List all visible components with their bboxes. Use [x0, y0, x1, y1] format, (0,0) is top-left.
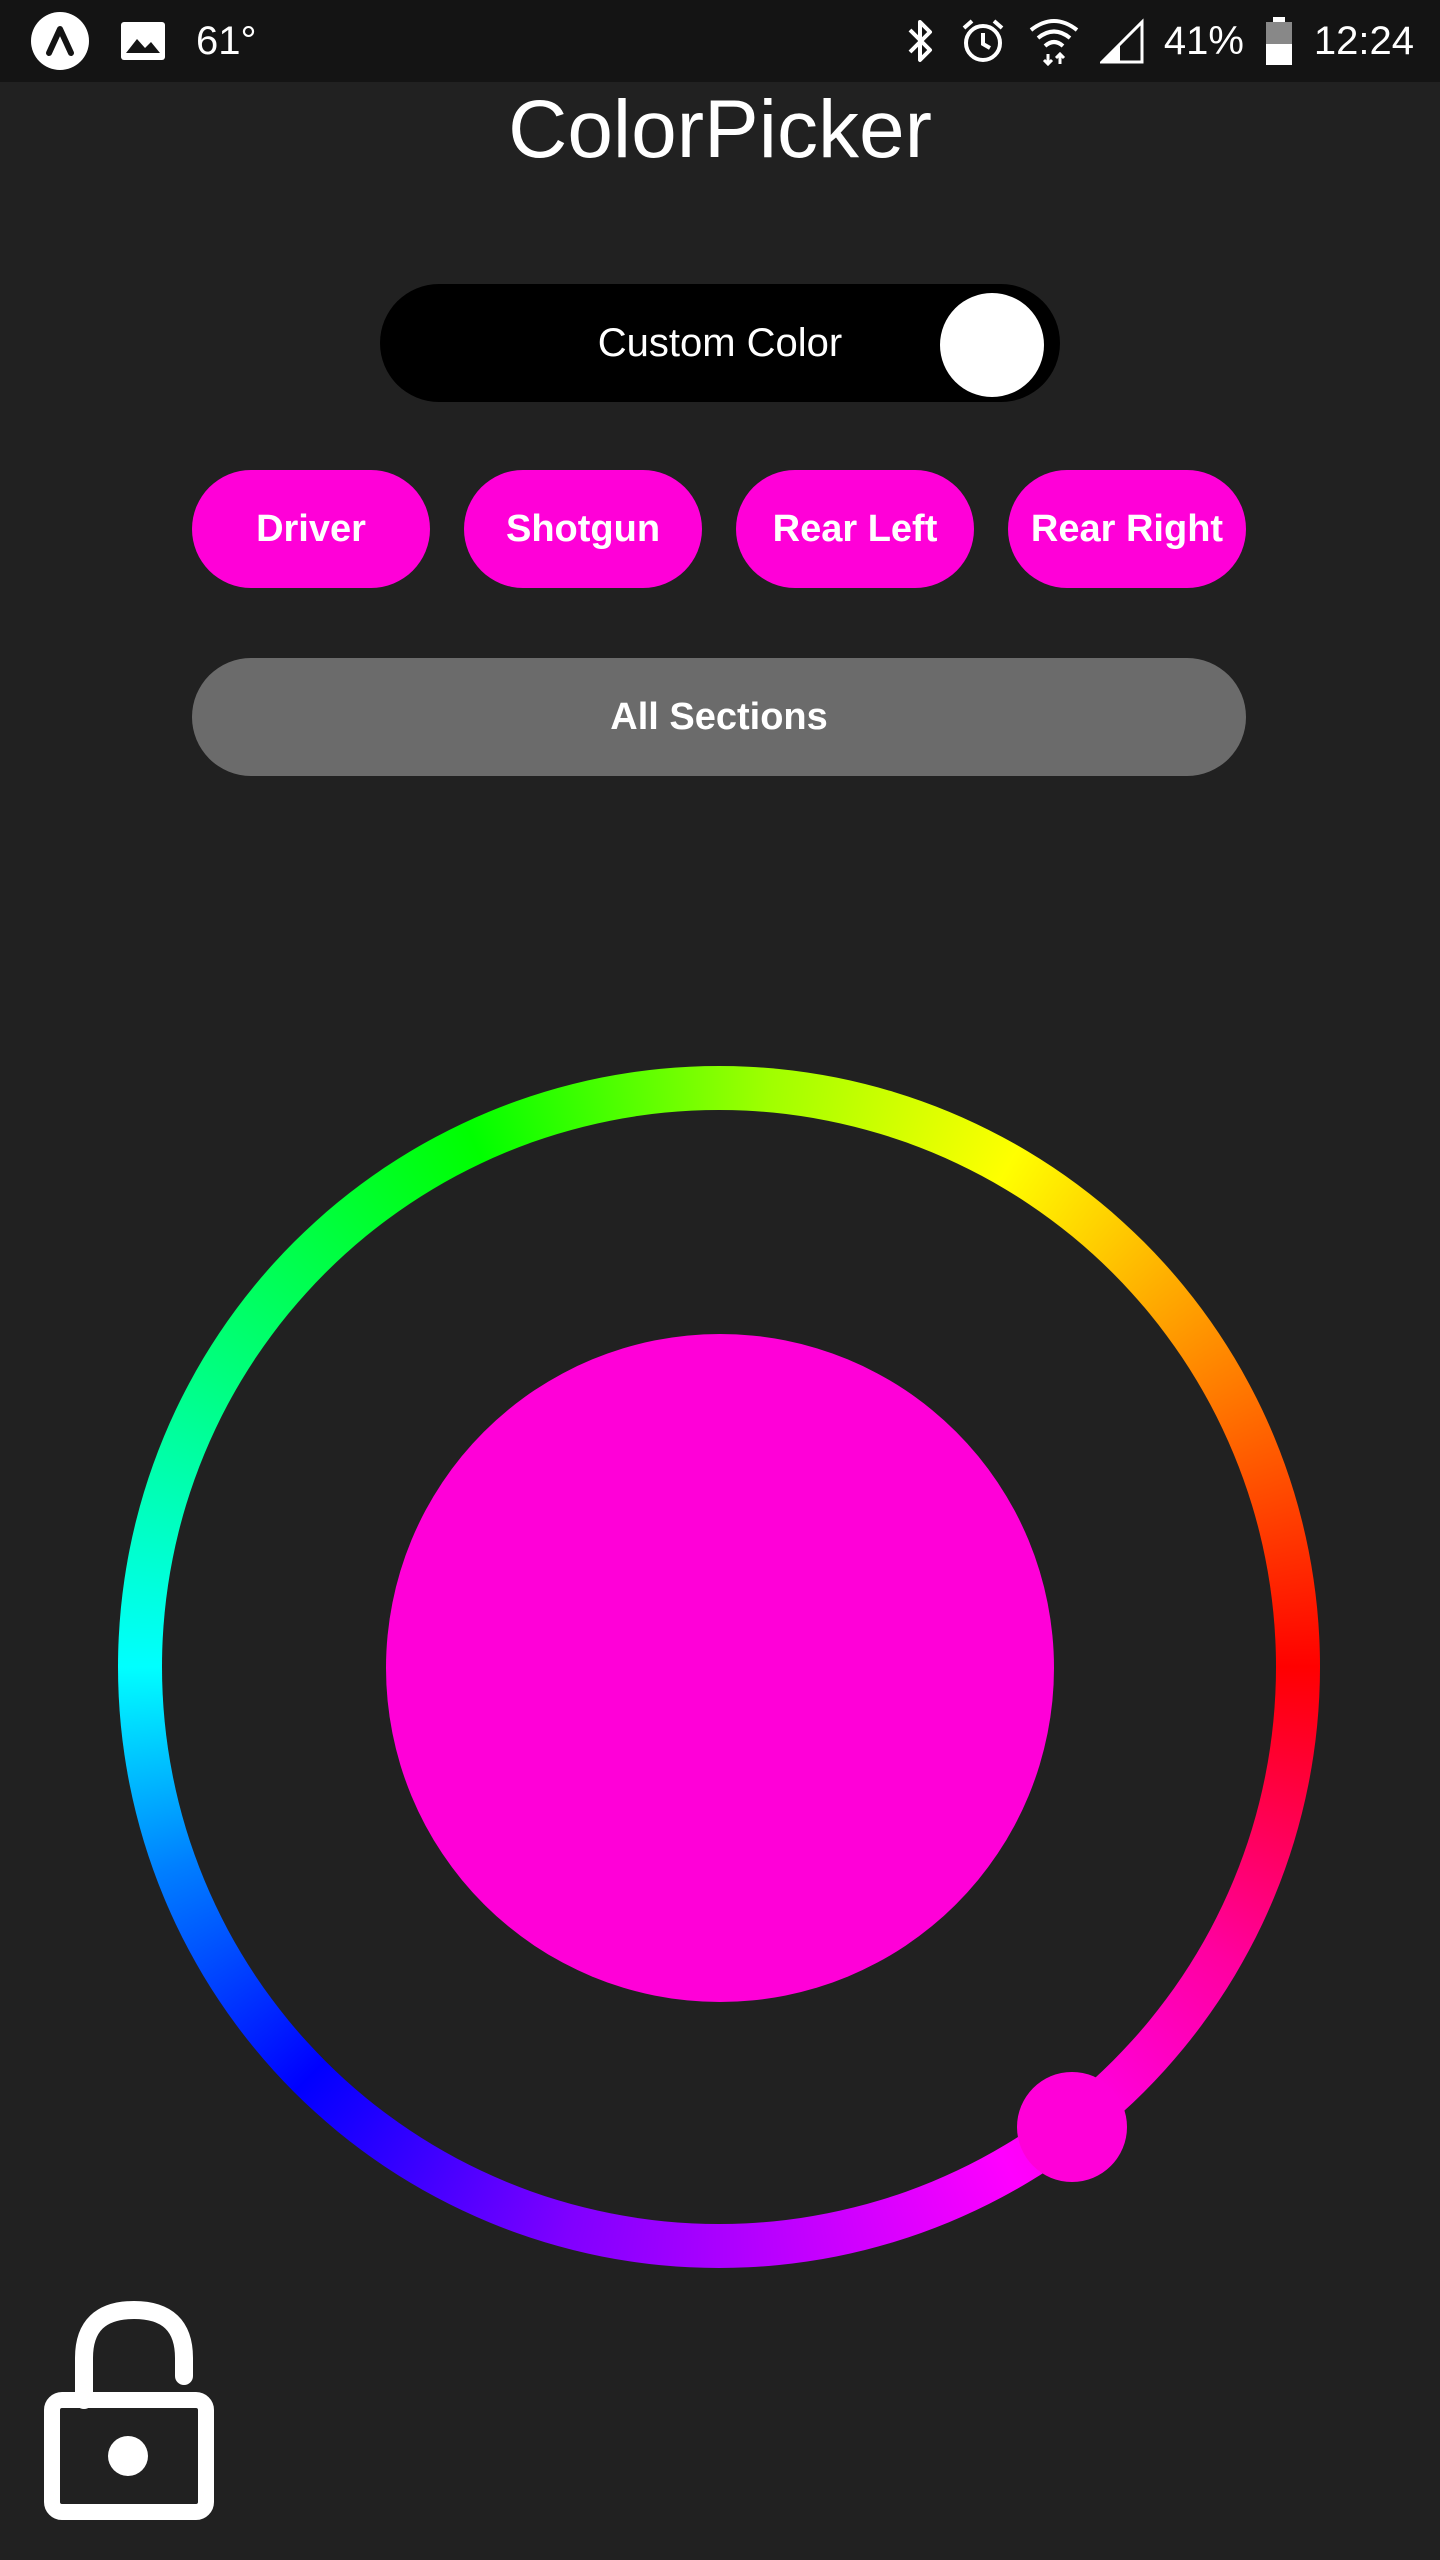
- selected-color-swatch[interactable]: [386, 1334, 1054, 2002]
- toggle-knob[interactable]: [940, 293, 1044, 397]
- page-title: ColorPicker: [508, 84, 932, 175]
- unlock-icon[interactable]: [38, 2296, 218, 2526]
- bluetooth-icon: [902, 16, 938, 66]
- hue-slider-handle[interactable]: [1017, 2072, 1127, 2182]
- image-icon: [120, 21, 166, 61]
- shotgun-button[interactable]: Shotgun: [464, 470, 702, 588]
- wifi-icon: [1028, 16, 1080, 66]
- weather-text: 61°: [196, 18, 257, 63]
- rear-right-button[interactable]: Rear Right: [1008, 470, 1246, 588]
- signal-icon: [1099, 18, 1144, 64]
- alarm-icon: [958, 16, 1008, 66]
- clock-time: 12:24: [1313, 18, 1414, 63]
- all-sections-button[interactable]: All Sections: [192, 658, 1246, 776]
- status-bar: 61° 41% 12:24: [0, 0, 1440, 82]
- app-icon: [30, 11, 90, 71]
- battery-icon: [1264, 16, 1294, 66]
- driver-button[interactable]: Driver: [192, 470, 430, 588]
- custom-color-toggle[interactable]: Custom Color: [380, 284, 1060, 402]
- battery-percent: 41%: [1163, 18, 1244, 63]
- rear-left-button[interactable]: Rear Left: [736, 470, 974, 588]
